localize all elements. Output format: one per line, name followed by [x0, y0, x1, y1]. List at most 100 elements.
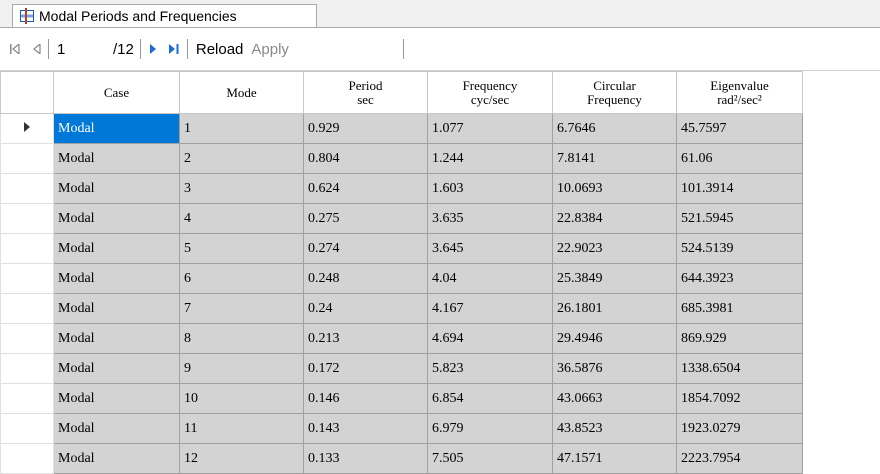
row-header[interactable] — [0, 143, 54, 174]
column-header-frequency[interactable]: Frequency cyc/sec — [427, 71, 553, 114]
table-row[interactable]: Modal 1 0.929 1.077 6.7646 45.7597 — [0, 113, 803, 144]
table-cell[interactable]: 6.979 — [427, 413, 553, 444]
table-cell[interactable]: 9 — [179, 353, 304, 384]
table-cell[interactable]: 0.929 — [303, 113, 428, 144]
first-record-icon[interactable] — [8, 38, 22, 60]
table-cell[interactable]: 101.3914 — [676, 173, 803, 204]
table-cell[interactable]: 644.3923 — [676, 263, 803, 294]
table-cell[interactable]: Modal — [53, 443, 180, 474]
table-cell[interactable]: 36.5876 — [552, 353, 677, 384]
table-cell[interactable]: 3 — [179, 173, 304, 204]
table-row[interactable]: Modal 10 0.146 6.854 43.0663 1854.7092 — [0, 383, 803, 414]
table-cell[interactable]: Modal — [53, 353, 180, 384]
table-cell[interactable]: 1 — [179, 113, 304, 144]
table-cell[interactable]: 3.645 — [427, 233, 553, 264]
table-cell[interactable]: Modal — [53, 173, 180, 204]
table-row[interactable]: Modal 7 0.24 4.167 26.1801 685.3981 — [0, 293, 803, 324]
table-row[interactable]: Modal 11 0.143 6.979 43.8523 1923.0279 — [0, 413, 803, 444]
table-cell[interactable]: 7 — [179, 293, 304, 324]
table-cell[interactable]: 6.854 — [427, 383, 553, 414]
table-cell[interactable]: 10 — [179, 383, 304, 414]
table-cell[interactable]: 0.624 — [303, 173, 428, 204]
table-cell[interactable]: 524.5139 — [676, 233, 803, 264]
table-cell[interactable]: 1.603 — [427, 173, 553, 204]
row-header[interactable] — [0, 293, 54, 324]
row-header[interactable] — [0, 323, 54, 354]
column-header-circular-frequency[interactable]: Circular Frequency — [552, 71, 677, 114]
table-row[interactable]: Modal 8 0.213 4.694 29.4946 869.929 — [0, 323, 803, 354]
row-header[interactable] — [0, 113, 54, 144]
table-cell[interactable]: 25.3849 — [552, 263, 677, 294]
table-cell[interactable]: 61.06 — [676, 143, 803, 174]
table-cell[interactable]: 1854.7092 — [676, 383, 803, 414]
table-cell[interactable]: 4.694 — [427, 323, 553, 354]
column-header-mode[interactable]: Mode — [179, 71, 304, 114]
table-cell[interactable]: 7.505 — [427, 443, 553, 474]
table-row[interactable]: Modal 5 0.274 3.645 22.9023 524.5139 — [0, 233, 803, 264]
table-cell[interactable]: 0.24 — [303, 293, 428, 324]
table-cell[interactable]: Modal — [53, 263, 180, 294]
table-cell[interactable]: 12 — [179, 443, 304, 474]
last-record-icon[interactable] — [167, 38, 181, 60]
table-row[interactable]: Modal 3 0.624 1.603 10.0693 101.3914 — [0, 173, 803, 204]
table-cell[interactable]: 1923.0279 — [676, 413, 803, 444]
table-cell[interactable]: 869.929 — [676, 323, 803, 354]
row-header[interactable] — [0, 173, 54, 204]
row-header[interactable] — [0, 383, 54, 414]
table-cell[interactable]: 29.4946 — [552, 323, 677, 354]
table-cell[interactable]: 2223.7954 — [676, 443, 803, 474]
reload-button[interactable]: Reload — [196, 41, 244, 58]
table-cell[interactable]: 0.274 — [303, 233, 428, 264]
table-cell[interactable]: 0.213 — [303, 323, 428, 354]
table-cell[interactable]: 5 — [179, 233, 304, 264]
table-cell[interactable]: 47.1571 — [552, 443, 677, 474]
table-cell[interactable]: 0.172 — [303, 353, 428, 384]
table-cell[interactable]: 0.275 — [303, 203, 428, 234]
table-row[interactable]: Modal 4 0.275 3.635 22.8384 521.5945 — [0, 203, 803, 234]
row-header[interactable] — [0, 413, 54, 444]
table-cell[interactable]: 685.3981 — [676, 293, 803, 324]
table-cell[interactable]: Modal — [53, 113, 180, 144]
record-number-input[interactable] — [55, 39, 107, 59]
table-row[interactable]: Modal 9 0.172 5.823 36.5876 1338.6504 — [0, 353, 803, 384]
table-cell[interactable]: 11 — [179, 413, 304, 444]
table-cell[interactable]: 45.7597 — [676, 113, 803, 144]
table-cell[interactable]: 4 — [179, 203, 304, 234]
row-header[interactable] — [0, 203, 54, 234]
table-cell[interactable]: 26.1801 — [552, 293, 677, 324]
table-cell[interactable]: 0.146 — [303, 383, 428, 414]
table-cell[interactable]: 7.8141 — [552, 143, 677, 174]
table-cell[interactable]: 4.04 — [427, 263, 553, 294]
table-cell[interactable]: 8 — [179, 323, 304, 354]
column-header-case[interactable]: Case — [53, 71, 180, 114]
table-cell[interactable]: Modal — [53, 203, 180, 234]
table-cell[interactable]: 3.635 — [427, 203, 553, 234]
table-cell[interactable]: 6 — [179, 263, 304, 294]
table-cell[interactable]: 10.0693 — [552, 173, 677, 204]
apply-button[interactable]: Apply — [251, 41, 289, 58]
table-cell[interactable]: 1338.6504 — [676, 353, 803, 384]
table-cell[interactable]: 4.167 — [427, 293, 553, 324]
table-cell[interactable]: 43.8523 — [552, 413, 677, 444]
table-cell[interactable]: Modal — [53, 143, 180, 174]
row-header[interactable] — [0, 233, 54, 264]
table-cell[interactable]: 0.248 — [303, 263, 428, 294]
table-row[interactable]: Modal 6 0.248 4.04 25.3849 644.3923 — [0, 263, 803, 294]
table-cell[interactable]: 521.5945 — [676, 203, 803, 234]
table-cell[interactable]: 0.804 — [303, 143, 428, 174]
table-cell[interactable]: 1.244 — [427, 143, 553, 174]
table-row[interactable]: Modal 12 0.133 7.505 47.1571 2223.7954 — [0, 443, 803, 474]
tab-modal-periods[interactable]: Modal Periods and Frequencies — [12, 4, 317, 27]
table-cell[interactable]: 22.9023 — [552, 233, 677, 264]
table-cell[interactable]: 0.133 — [303, 443, 428, 474]
column-header-eigenvalue[interactable]: Eigenvalue rad²/sec² — [676, 71, 803, 114]
table-cell[interactable]: 2 — [179, 143, 304, 174]
table-cell[interactable]: 43.0663 — [552, 383, 677, 414]
table-cell[interactable]: Modal — [53, 233, 180, 264]
row-header[interactable] — [0, 263, 54, 294]
table-cell[interactable]: 1.077 — [427, 113, 553, 144]
row-header[interactable] — [0, 353, 54, 384]
table-cell[interactable]: 6.7646 — [552, 113, 677, 144]
table-cell[interactable]: Modal — [53, 323, 180, 354]
previous-record-icon[interactable] — [32, 38, 42, 60]
